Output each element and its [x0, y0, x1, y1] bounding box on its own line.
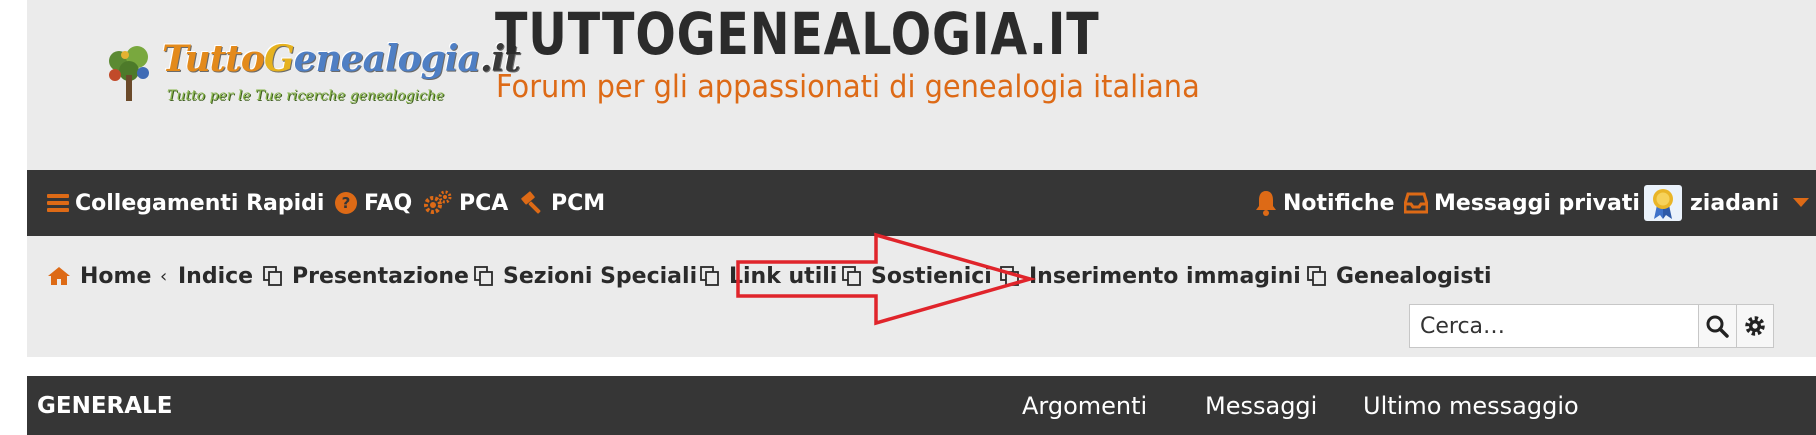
quick-links-menu[interactable]: Collegamenti Rapidi	[47, 170, 324, 236]
breadcrumb-separator: ‹	[160, 265, 168, 287]
home-icon	[48, 267, 70, 285]
private-messages-label: Messaggi privati	[1434, 190, 1640, 216]
annotation-arrow	[736, 232, 1036, 326]
search-button[interactable]	[1698, 305, 1736, 347]
breadcrumb-sezioni-speciali[interactable]: Sezioni Speciali	[474, 256, 697, 296]
bars-icon	[47, 194, 69, 212]
faq-link[interactable]: ? FAQ	[334, 170, 412, 236]
breadcrumb-inserimento-immagini-label: Inserimento immagini	[1029, 263, 1301, 289]
column-topics: Argomenti	[1022, 391, 1148, 420]
faq-label: FAQ	[364, 190, 413, 216]
mcp-label: PCM	[551, 190, 606, 216]
username: ziadani	[1690, 190, 1779, 216]
breadcrumb-home[interactable]: Home	[47, 256, 151, 296]
main-navbar: Collegamenti Rapidi ? FAQ PCA PCM Notifi…	[27, 170, 1816, 236]
copy-icon	[263, 266, 282, 286]
notifications-button[interactable]: Notifiche	[1255, 170, 1395, 236]
avatar-badge	[1644, 185, 1682, 221]
column-posts: Messaggi	[1205, 391, 1318, 420]
breadcrumb-presentazione[interactable]: Presentazione	[263, 256, 469, 296]
breadcrumb-indice-label: Indice	[178, 263, 254, 289]
site-header: TuttoGenealogia.it Tutto per le Tue rice…	[27, 0, 1816, 170]
site-title[interactable]: TUTTOGENEALOGIA.IT	[495, 0, 1100, 68]
page: TuttoGenealogia.it Tutto per le Tue rice…	[27, 0, 1816, 435]
tree-icon	[109, 46, 149, 101]
quick-links-label: Collegamenti Rapidi	[75, 190, 325, 216]
breadcrumb-presentazione-label: Presentazione	[292, 263, 469, 289]
forum-category-header: GENERALE Argomenti Messaggi Ultimo messa…	[27, 376, 1816, 435]
breadcrumb-home-label: Home	[80, 263, 152, 289]
breadcrumb-genealogisti-label: Genealogisti	[1336, 263, 1492, 289]
breadcrumb-sezioni-speciali-label: Sezioni Speciali	[503, 263, 698, 289]
inbox-icon	[1404, 192, 1428, 214]
copy-icon	[474, 266, 493, 286]
site-description: Forum per gli appassionati di genealogia…	[496, 69, 1200, 105]
question-circle-icon: ?	[335, 192, 357, 214]
svg-text:?: ?	[342, 194, 351, 212]
cogs-icon	[424, 190, 452, 214]
site-logo[interactable]: TuttoGenealogia.it Tutto per le Tue rice…	[67, 30, 521, 120]
category-title[interactable]: GENERALE	[37, 376, 172, 435]
copy-icon	[700, 266, 719, 286]
search-icon	[1706, 315, 1729, 338]
caret-down-icon	[1793, 198, 1809, 207]
gear-icon	[1745, 316, 1765, 336]
breadcrumb-indice[interactable]: Indice	[178, 256, 253, 296]
notifications-label: Notifiche	[1283, 190, 1395, 216]
search-input[interactable]	[1410, 305, 1698, 347]
bell-icon	[1256, 191, 1276, 216]
acp-label: PCA	[459, 190, 509, 216]
advanced-search-button[interactable]	[1735, 305, 1773, 347]
search-box	[1409, 304, 1774, 348]
copy-icon	[1307, 266, 1326, 286]
logo-tagline: Tutto per le Tue ricerche genealogiche	[167, 88, 445, 104]
mcp-link[interactable]: PCM	[519, 170, 605, 236]
breadcrumb-genealogisti[interactable]: Genealogisti	[1307, 256, 1492, 296]
acp-link[interactable]: PCA	[423, 170, 508, 236]
logo-wordmark: TuttoGenealogia.it	[162, 38, 521, 80]
gavel-icon	[521, 191, 541, 214]
column-last-post: Ultimo messaggio	[1363, 391, 1579, 420]
private-messages-button[interactable]: Messaggi privati	[1404, 170, 1640, 236]
user-menu[interactable]: ziadani	[1644, 170, 1815, 236]
breadcrumb-inserimento-immagini[interactable]: Inserimento immagini	[1000, 256, 1301, 296]
